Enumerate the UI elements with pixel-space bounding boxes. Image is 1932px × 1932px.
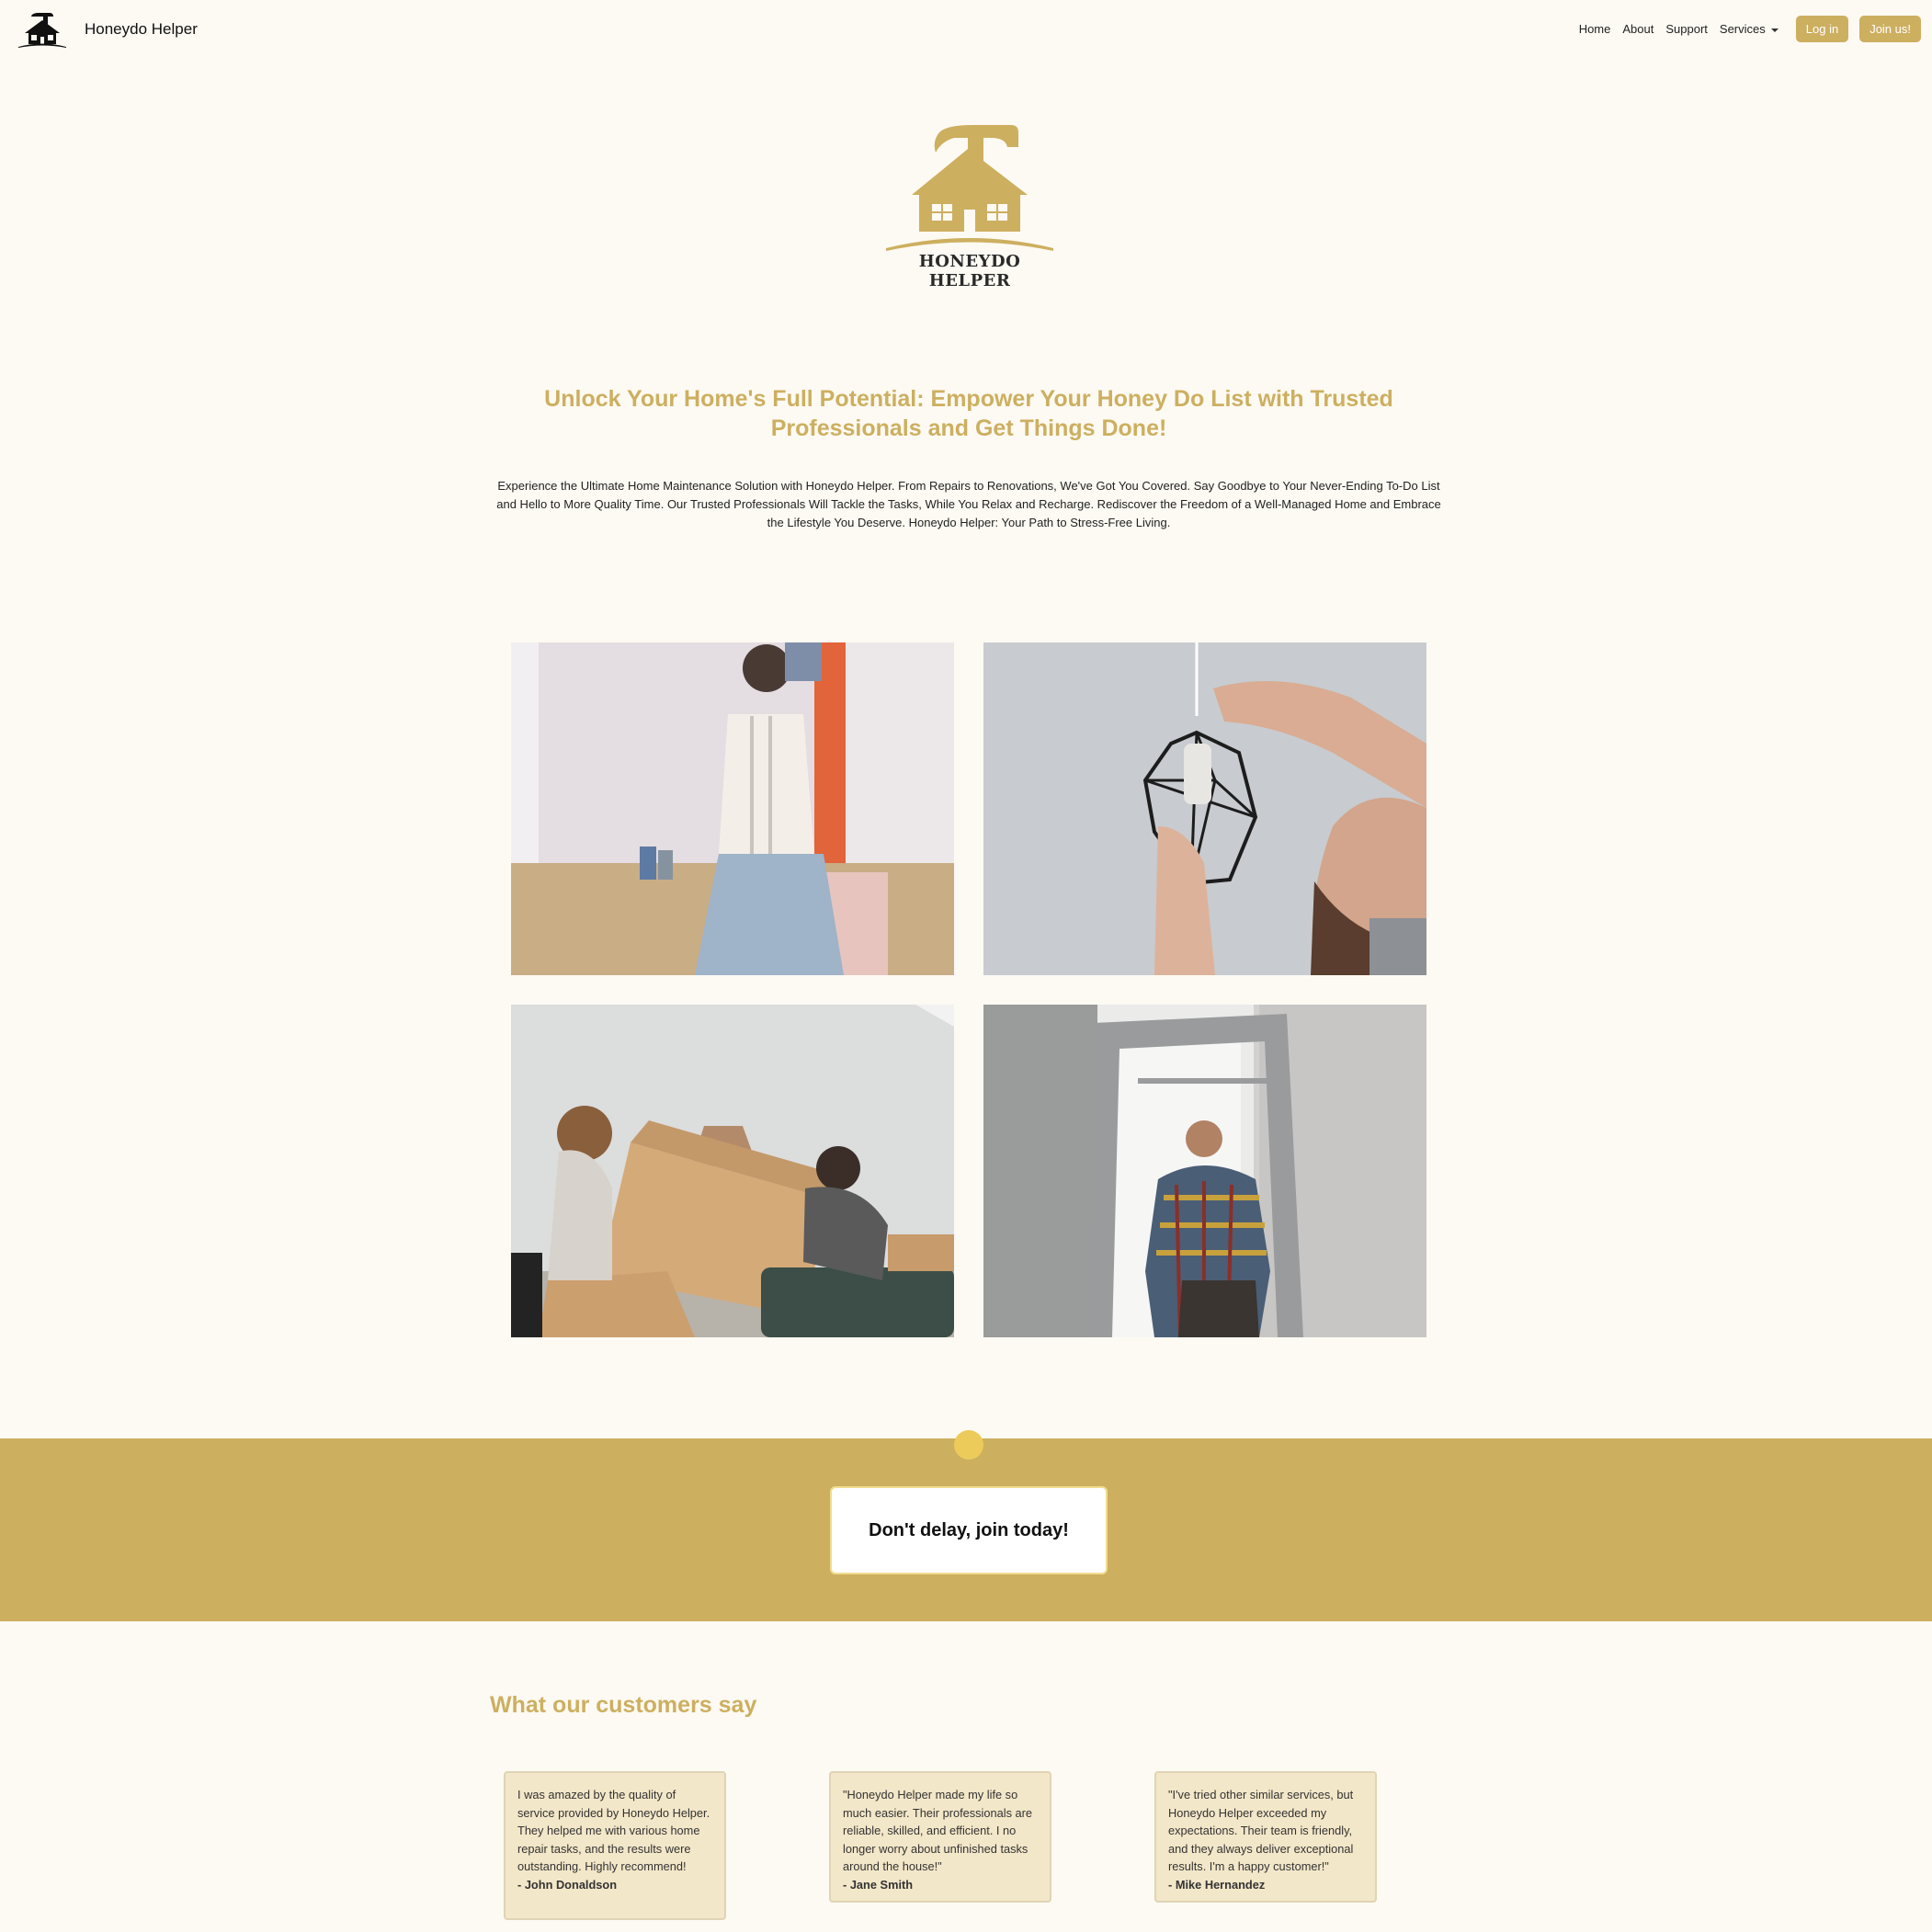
house-hammer-logo-icon <box>18 13 66 48</box>
testimonial-quote: "Honeydo Helper made my life so much eas… <box>843 1788 1033 1873</box>
testimonial-card: "Honeydo Helper made my life so much eas… <box>829 1771 1051 1903</box>
login-button[interactable]: Log in <box>1795 16 1849 42</box>
testimonial-author: - John Donaldson <box>517 1877 618 1892</box>
testimonial-quote: "I've tried other similar services, but … <box>1168 1788 1354 1873</box>
logo-wordmark: HONEYDO HELPER <box>918 252 1021 290</box>
hero-logo: HONEYDO HELPER <box>882 125 1057 290</box>
photo-man-lamp <box>983 642 1426 975</box>
photo-couple-moving-box <box>511 1005 954 1337</box>
house-hammer-logo-icon <box>886 125 1053 251</box>
navbar: Honeydo Helper Home About Support Servic… <box>0 0 1932 61</box>
join-today-button[interactable]: Don't delay, join today! <box>830 1486 1108 1574</box>
nav-about[interactable]: About <box>1622 22 1654 36</box>
photo-man-window-frame <box>983 1005 1426 1337</box>
brand-name: Honeydo Helper <box>85 20 198 38</box>
brand-home-link[interactable]: Honeydo Helper <box>18 9 198 50</box>
nav-services-dropdown[interactable]: Services <box>1720 22 1779 36</box>
hero-intro: Experience the Ultimate Home Maintenance… <box>496 479 1441 529</box>
nav-links: Home About Support Services Log in Join … <box>1579 16 1921 42</box>
testimonial-author: - Mike Hernandez <box>1168 1877 1266 1892</box>
testimonial-quote: I was amazed by the quality of service p… <box>517 1788 710 1873</box>
testimonials-title: What our customers say <box>490 1692 757 1718</box>
testimonial-author: - Jane Smith <box>843 1877 914 1892</box>
decorative-dot <box>954 1430 983 1460</box>
nav-services-label: Services <box>1719 22 1766 36</box>
join-button[interactable]: Join us! <box>1859 16 1921 42</box>
hero-headline: Unlock Your Home's Full Potential: Empow… <box>544 386 1393 441</box>
caret-down-icon <box>1770 28 1779 32</box>
testimonial-card: I was amazed by the quality of service p… <box>504 1771 726 1920</box>
photo-woman-painting <box>511 642 954 975</box>
nav-support[interactable]: Support <box>1665 22 1708 36</box>
nav-home[interactable]: Home <box>1579 22 1611 36</box>
testimonial-card: "I've tried other similar services, but … <box>1154 1771 1377 1903</box>
